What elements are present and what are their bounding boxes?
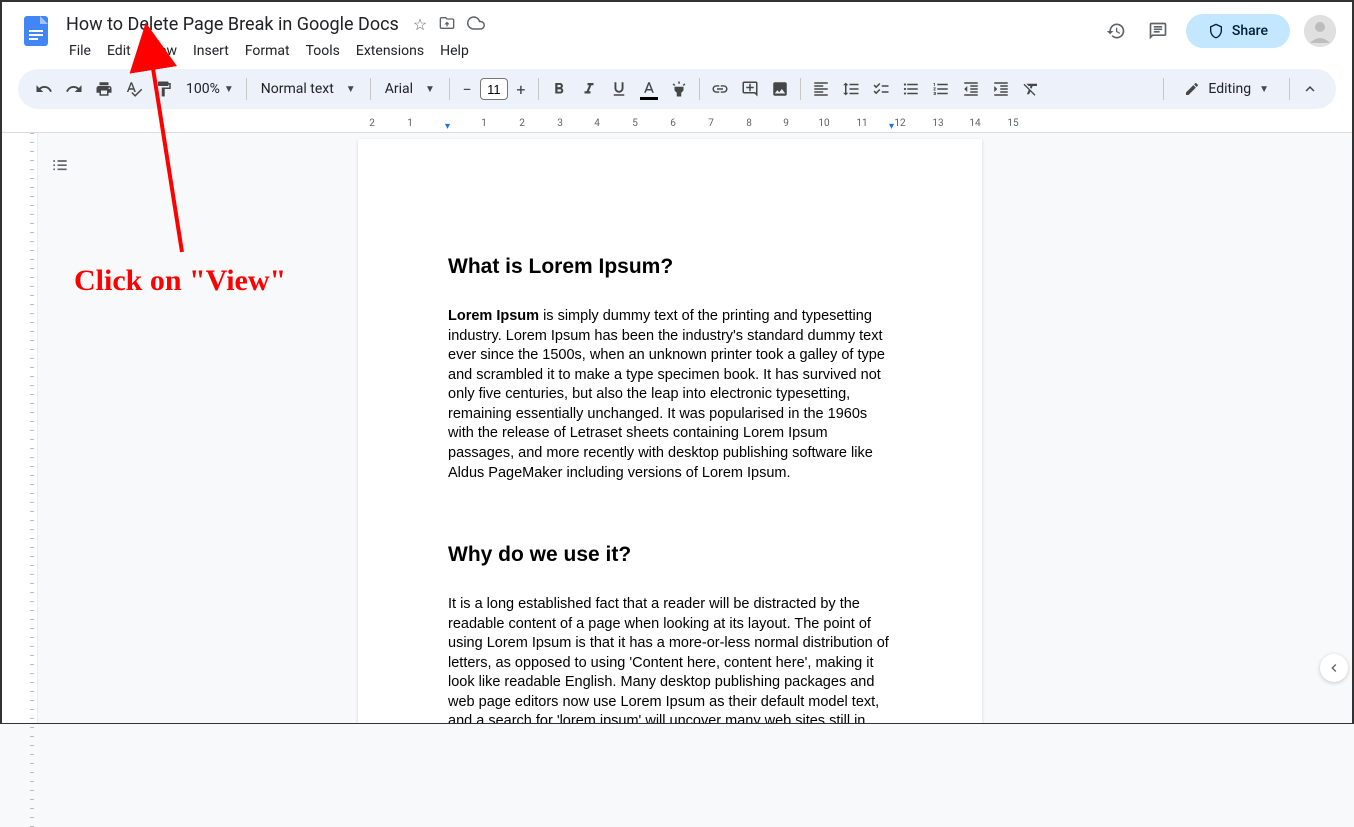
horizontal-ruler[interactable]: ▾ ▾ 21123456789101112131415 [2,117,1352,133]
ruler-number: 10 [818,118,829,129]
increase-indent-button[interactable] [987,75,1015,103]
account-avatar[interactable] [1304,15,1336,47]
document-canvas: What is Lorem Ipsum? Lorem Ipsum is simp… [38,133,1352,723]
ruler-number: 12 [894,118,905,129]
decrease-font-size-button[interactable]: − [456,78,478,100]
ruler-number: 7 [708,118,714,129]
increase-font-size-button[interactable]: + [510,78,532,100]
share-button[interactable]: Share [1186,14,1290,48]
redo-button[interactable] [60,75,88,103]
last-edit-icon[interactable] [1102,17,1130,45]
toolbar: 100%▼ Normal text▼ Arial▼ − + [18,69,1336,109]
menu-insert[interactable]: Insert [186,39,236,63]
menu-view[interactable]: View [140,39,184,63]
bold-button[interactable] [545,75,573,103]
menu-bar: File Edit View Insert Format Tools Exten… [62,39,1102,63]
header-bar: How to Delete Page Break in Google Docs … [2,2,1352,63]
title-area: How to Delete Page Break in Google Docs … [62,8,1102,63]
print-button[interactable] [90,75,118,103]
document-page[interactable]: What is Lorem Ipsum? Lorem Ipsum is simp… [358,139,982,723]
numbered-list-button[interactable] [927,75,955,103]
zoom-dropdown[interactable]: 100%▼ [180,81,240,97]
editing-mode-button[interactable]: Editing ▼ [1170,77,1283,101]
menu-extensions[interactable]: Extensions [349,39,431,63]
undo-button[interactable] [30,75,58,103]
add-comment-button[interactable] [736,75,764,103]
side-panel-toggle-icon[interactable] [1320,654,1348,682]
checklist-button[interactable] [867,75,895,103]
heading-2[interactable]: Why do we use it? [448,543,892,567]
share-label: Share [1232,23,1268,39]
comments-icon[interactable] [1144,17,1172,45]
line-spacing-button[interactable] [837,75,865,103]
menu-file[interactable]: File [62,39,98,63]
paragraph-style-dropdown[interactable]: Normal text▼ [253,81,364,97]
ruler-number: 13 [932,118,943,129]
ruler-number: 2 [519,118,525,129]
document-outline-button[interactable] [46,152,74,180]
menu-edit[interactable]: Edit [100,39,138,63]
font-size-input[interactable] [480,78,508,100]
clear-format-button[interactable] [1017,75,1045,103]
move-icon[interactable] [439,15,455,35]
paragraph-2[interactable]: It is a long established fact that a rea… [448,595,892,723]
paragraph-1[interactable]: Lorem Ipsum is simply dummy text of the … [448,307,892,483]
cloud-status-icon[interactable] [467,14,485,36]
ruler-number: 8 [746,118,752,129]
menu-format[interactable]: Format [238,39,297,63]
highlight-button[interactable] [665,75,693,103]
insert-image-button[interactable] [766,75,794,103]
ruler-number: 14 [969,118,980,129]
ruler-number: 1 [407,118,413,129]
ruler-number: 15 [1007,118,1018,129]
paint-format-button[interactable] [150,75,178,103]
align-button[interactable] [807,75,835,103]
ruler-number: 1 [481,118,487,129]
star-icon[interactable]: ☆ [413,15,427,34]
ruler-number: 6 [670,118,676,129]
right-margin-marker-icon[interactable]: ▾ [889,121,894,132]
underline-button[interactable] [605,75,633,103]
menu-help[interactable]: Help [433,39,476,63]
heading-1[interactable]: What is Lorem Ipsum? [448,255,892,279]
left-margin-marker-icon[interactable]: ▾ [445,121,450,132]
document-title[interactable]: How to Delete Page Break in Google Docs [62,12,403,37]
spellcheck-button[interactable] [120,75,148,103]
ruler-number: 3 [557,118,563,129]
docs-logo-icon[interactable] [18,12,54,48]
ruler-number: 9 [783,118,789,129]
ruler-number: 5 [632,118,638,129]
decrease-indent-button[interactable] [957,75,985,103]
menu-tools[interactable]: Tools [299,39,347,63]
insert-link-button[interactable] [706,75,734,103]
bulleted-list-button[interactable] [897,75,925,103]
ruler-number: 11 [856,118,867,129]
collapse-toolbar-button[interactable] [1296,75,1324,103]
vertical-ruler[interactable] [2,133,38,723]
text-color-button[interactable] [635,75,663,103]
italic-button[interactable] [575,75,603,103]
ruler-number: 2 [369,118,375,129]
font-dropdown[interactable]: Arial▼ [377,81,443,97]
ruler-number: 4 [594,118,600,129]
